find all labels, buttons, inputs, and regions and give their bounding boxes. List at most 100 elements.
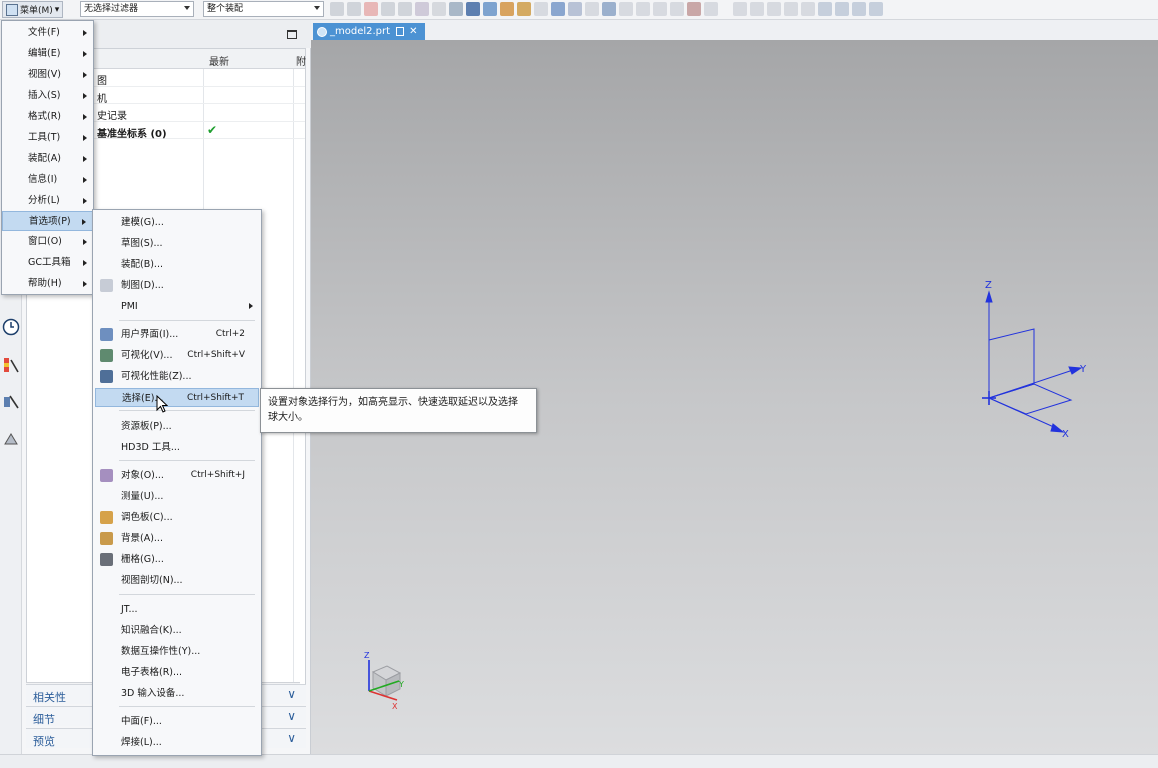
menu-item-label: 分析(L) <box>28 195 60 206</box>
submenu-item-hd3d-tools[interactable]: HD3D 工具... <box>95 438 259 457</box>
lasso-icon[interactable] <box>415 2 429 16</box>
submenu-item-label: 背景(A)... <box>121 533 163 544</box>
submenu-item-resource-bar[interactable]: 资源板(P)... <box>95 417 259 436</box>
submenu-item-object[interactable]: 对象(O)... Ctrl+Shift+J <box>95 466 259 485</box>
menu-item-view[interactable]: 视图(V) <box>2 65 93 85</box>
top-toolbar: 菜单(M) ▾ 无选择过滤器 整个装配 <box>0 0 1158 20</box>
circle-center-icon[interactable] <box>602 2 616 16</box>
submenu-item-background[interactable]: 背景(A)... <box>95 529 259 548</box>
view-y-label: Y <box>398 680 404 689</box>
rect-select-icon[interactable] <box>432 2 446 16</box>
menu-item-help[interactable]: 帮助(H) <box>2 274 93 294</box>
column-header-extra[interactable]: 附 <box>296 53 306 68</box>
more-icon[interactable] <box>869 2 883 16</box>
menu-item-window[interactable]: 窗口(O) <box>2 232 93 252</box>
submenu-item-label: 中面(F)... <box>121 716 162 727</box>
menu-item-info[interactable]: 信息(I) <box>2 170 93 190</box>
drafting-icon <box>100 279 113 292</box>
cube-icon[interactable] <box>466 2 480 16</box>
submenu-item-assembly[interactable]: 装配(B)... <box>95 255 259 274</box>
chevron-down-icon[interactable]: ∨ <box>287 709 296 723</box>
arc-tool-icon[interactable] <box>670 2 684 16</box>
view-orient-icon[interactable] <box>852 2 866 16</box>
submenu-item-label: 可视化(V)... <box>121 350 173 361</box>
tab-model2[interactable]: _model2.prt ✕ <box>313 23 425 40</box>
menu-item-label: 格式(R) <box>28 111 62 122</box>
selection-filter-combo[interactable]: 无选择过滤器 <box>80 1 194 17</box>
layer-icon[interactable] <box>801 2 815 16</box>
snap-mid-icon[interactable] <box>398 2 412 16</box>
close-icon[interactable]: ✕ <box>409 26 417 37</box>
chevron-down-icon[interactable]: ∨ <box>287 731 296 745</box>
menu-item-analysis[interactable]: 分析(L) <box>2 191 93 211</box>
menu-item-format[interactable]: 格式(R) <box>2 107 93 127</box>
line-icon[interactable] <box>500 2 514 16</box>
submenu-item-3d-input[interactable]: 3D 输入设备... <box>95 684 259 703</box>
menu-item-preferences[interactable]: 首选项(P) <box>2 211 93 231</box>
circle-icon[interactable] <box>619 2 633 16</box>
curve-icon[interactable] <box>551 2 565 16</box>
submenu-item-palette[interactable]: 调色板(C)... <box>95 508 259 527</box>
submenu-item-selection[interactable]: 选择(E)... Ctrl+Shift+T <box>95 388 259 407</box>
submenu-item-knowledge-fusion[interactable]: 知识融合(K)... <box>95 621 259 640</box>
history-clock-icon[interactable] <box>2 318 20 336</box>
menu-item-file[interactable]: 文件(F) <box>2 23 93 43</box>
solid-view-icon[interactable] <box>449 2 463 16</box>
submenu-item-data-interop[interactable]: 数据互操作性(Y)... <box>95 642 259 661</box>
chevron-down-icon[interactable]: ∨ <box>287 687 296 701</box>
submenu-item-measure[interactable]: 测量(U)... <box>95 487 259 506</box>
column-header-latest[interactable]: 最新 <box>209 53 229 68</box>
submenu-item-jt[interactable]: JT... <box>95 600 259 619</box>
face-icon[interactable] <box>687 2 701 16</box>
rotate-icon[interactable] <box>767 2 781 16</box>
menu-item-insert[interactable]: 插入(S) <box>2 86 93 106</box>
process-studio-icon[interactable] <box>2 393 20 411</box>
submenu-item-visualization-performance[interactable]: 可视化性能(Z)... <box>95 367 259 386</box>
snap-grid-icon[interactable] <box>483 2 497 16</box>
spline-icon[interactable] <box>568 2 582 16</box>
mouse-cursor-icon <box>156 395 168 413</box>
perpendicular-icon[interactable] <box>585 2 599 16</box>
submenu-item-visualization[interactable]: 可视化(V)... Ctrl+Shift+V <box>95 346 259 365</box>
submenu-item-sketch[interactable]: 草图(S)... <box>95 234 259 253</box>
menu-item-gc-toolkit[interactable]: GC工具箱 <box>2 253 93 273</box>
snap-icon[interactable] <box>330 2 344 16</box>
chevron-right-icon <box>83 281 87 287</box>
maximize-icon[interactable] <box>287 30 297 39</box>
submenu-item-weld[interactable]: 焊接(L)... <box>95 733 259 752</box>
diagonal-icon[interactable] <box>653 2 667 16</box>
submenu-item-view-section[interactable]: 视图剖切(N)... <box>95 571 259 590</box>
color-icon[interactable] <box>835 2 849 16</box>
submenu-item-label: PMI <box>121 301 138 312</box>
submenu-item-grid[interactable]: 栅格(G)... <box>95 550 259 569</box>
submenu-item-label: 建模(G)... <box>121 217 164 228</box>
render-mode-icon[interactable] <box>818 2 832 16</box>
main-menu-button[interactable]: 菜单(M) ▾ <box>2 1 64 18</box>
menu-item-tools[interactable]: 工具(T) <box>2 128 93 148</box>
fit-view-icon[interactable] <box>733 2 747 16</box>
palette-icon <box>100 511 113 524</box>
main-menu-label: 菜单(M) <box>20 6 53 16</box>
roles-icon[interactable] <box>2 430 20 448</box>
snap-point-icon[interactable] <box>347 2 361 16</box>
arc-icon[interactable] <box>534 2 548 16</box>
submenu-item-midsurface[interactable]: 中面(F)... <box>95 712 259 731</box>
cross-icon[interactable] <box>636 2 650 16</box>
submenu-item-drafting[interactable]: 制图(D)... <box>95 276 259 295</box>
book-icon[interactable] <box>704 2 718 16</box>
submenu-item-user-interface[interactable]: 用户界面(I)... Ctrl+2 <box>95 325 259 344</box>
add-point-icon[interactable] <box>364 2 378 16</box>
snap-end-icon[interactable] <box>381 2 395 16</box>
pan-icon[interactable] <box>784 2 798 16</box>
menu-item-edit[interactable]: 编辑(E) <box>2 44 93 64</box>
palette-icon[interactable] <box>2 356 20 374</box>
submenu-item-pmi[interactable]: PMI <box>95 297 259 316</box>
zoom-icon[interactable] <box>750 2 764 16</box>
line-tool-icon[interactable] <box>517 2 531 16</box>
submenu-item-spreadsheet[interactable]: 电子表格(R)... <box>95 663 259 682</box>
window-icon[interactable] <box>396 27 405 36</box>
selection-scope-combo[interactable]: 整个装配 <box>203 1 324 17</box>
submenu-item-modeling[interactable]: 建模(G)... <box>95 213 259 232</box>
menu-item-assembly[interactable]: 装配(A) <box>2 149 93 169</box>
chevron-right-icon <box>83 93 87 99</box>
